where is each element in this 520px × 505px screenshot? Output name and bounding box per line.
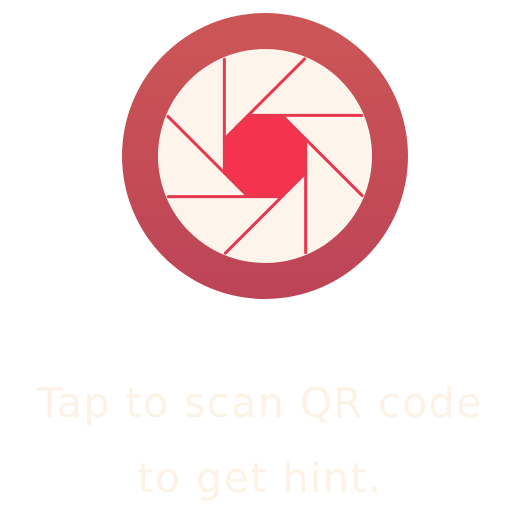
scan-qr-button[interactable]	[122, 13, 408, 299]
hint-text-line-2: to get hint.	[137, 454, 383, 502]
hint-text-line-1: Tap to scan QR code	[37, 379, 483, 427]
scan-screen: Tap to scan QR code to get hint.	[0, 0, 520, 505]
camera-aperture-icon[interactable]	[122, 13, 408, 299]
